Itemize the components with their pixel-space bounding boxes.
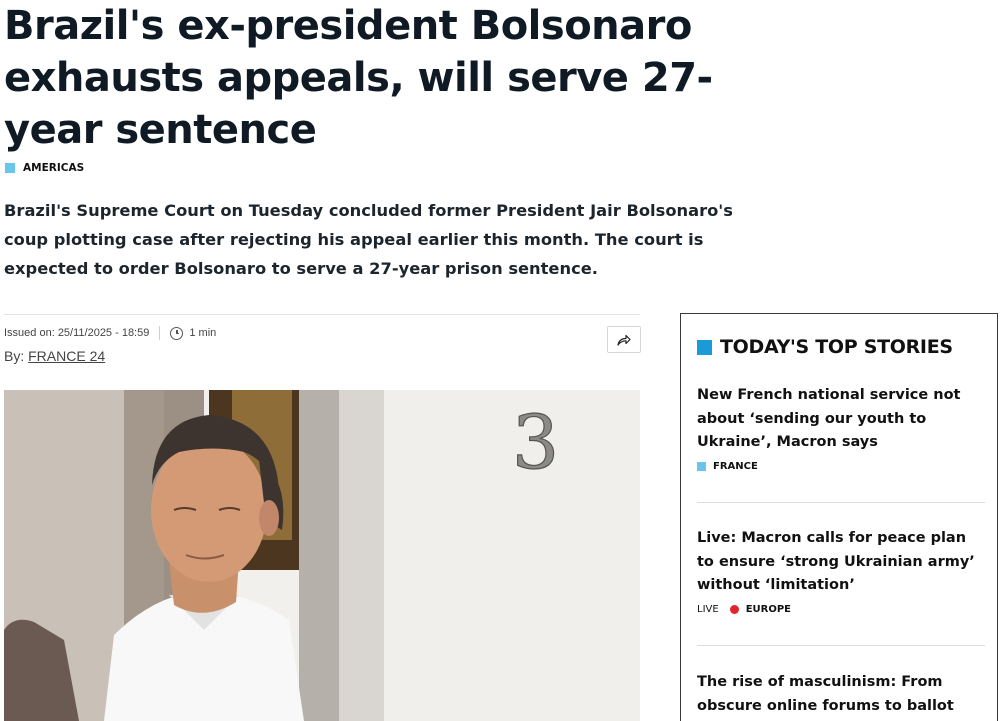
- live-label: LIVE: [697, 603, 719, 615]
- story-tag[interactable]: FRANCE: [697, 461, 987, 472]
- story-tag-label[interactable]: EUROPE: [746, 604, 791, 615]
- byline: By: FRANCE 24: [4, 348, 105, 364]
- section-square-icon: [697, 339, 712, 355]
- category-square-icon: [5, 163, 15, 173]
- article-meta: Issued on: 25/11/2025 - 18:59 1 min: [4, 326, 216, 340]
- story-title[interactable]: New French national service not about ‘s…: [697, 384, 987, 455]
- photo-illustration: 3: [4, 390, 640, 721]
- clock-icon: [170, 326, 184, 340]
- category-link[interactable]: AMERICAS: [23, 162, 84, 174]
- article-headline: Brazil's ex-president Bolsonaro exhausts…: [4, 3, 713, 153]
- top-story-3[interactable]: The rise of masculinism: From obscure on…: [697, 671, 987, 718]
- story-divider: [697, 645, 985, 646]
- house-number: 3: [512, 400, 559, 486]
- story-tag[interactable]: LIVE EUROPE: [697, 604, 987, 615]
- story-title[interactable]: The rise of masculinism: From obscure on…: [697, 671, 987, 718]
- meta-separator: [159, 326, 161, 340]
- article-lead: Brazil's Supreme Court on Tuesday conclu…: [4, 201, 733, 278]
- live-dot-icon: [729, 604, 739, 614]
- story-title[interactable]: Live: Macron calls for peace plan to ens…: [697, 527, 987, 598]
- top-stories-sidebar: TODAY'S TOP STORIES New French national …: [680, 313, 998, 721]
- article-photo: 3: [4, 390, 640, 721]
- share-icon: [617, 334, 631, 346]
- top-stories-header: TODAY'S TOP STORIES: [697, 336, 953, 358]
- byline-prefix: By:: [4, 348, 25, 364]
- read-time: 1 min: [189, 327, 217, 339]
- issued-date: Issued on: 25/11/2025 - 18:59: [4, 327, 150, 339]
- story-divider: [697, 502, 985, 503]
- top-story-2[interactable]: Live: Macron calls for peace plan to ens…: [697, 527, 987, 615]
- meta-divider: [4, 314, 640, 315]
- article-page: Brazil's ex-president Bolsonaro exhausts…: [0, 0, 1000, 721]
- tag-square-icon: [697, 461, 706, 471]
- share-button[interactable]: [607, 326, 641, 353]
- top-stories-title: TODAY'S TOP STORIES: [720, 336, 953, 358]
- top-story-1[interactable]: New French national service not about ‘s…: [697, 384, 987, 472]
- article-category[interactable]: AMERICAS: [5, 162, 84, 174]
- author-link[interactable]: FRANCE 24: [28, 348, 105, 364]
- story-tag-label[interactable]: FRANCE: [713, 461, 758, 472]
